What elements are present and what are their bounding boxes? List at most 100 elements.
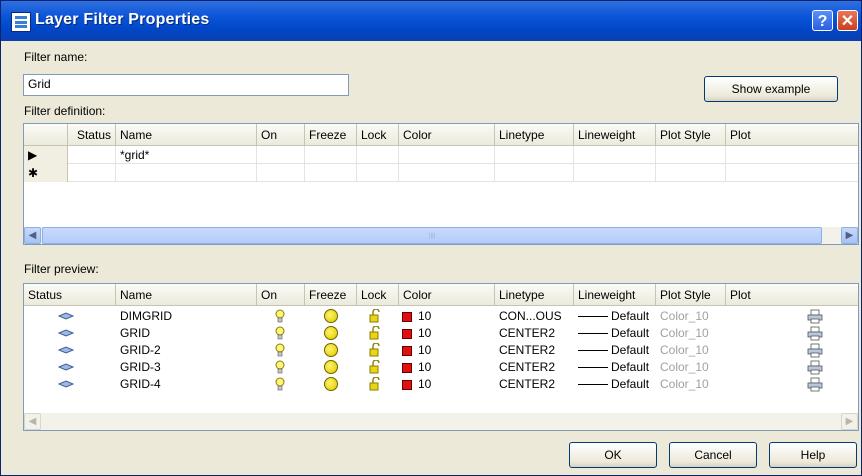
layer-lineweight[interactable]: Default	[611, 325, 649, 342]
lock-open-icon[interactable]	[369, 377, 382, 391]
sun-thawed-icon[interactable]	[324, 360, 338, 374]
definition-col-freeze[interactable]: Freeze	[305, 124, 357, 146]
definition-new-row[interactable]: ✱	[24, 164, 858, 182]
preview-col-lock[interactable]: Lock	[357, 284, 399, 306]
title-close-button[interactable]: ✕	[837, 10, 858, 31]
ok-button[interactable]: OK	[569, 442, 657, 468]
preview-row[interactable]: DIMGRID 10 CON...OUS Default Color_10	[24, 308, 858, 325]
definition-cell-on[interactable]	[257, 164, 305, 182]
definition-cell-lineweight[interactable]	[574, 164, 656, 182]
preview-col-status[interactable]: Status	[24, 284, 116, 306]
layer-color[interactable]: 10	[418, 325, 431, 342]
definition-cell-color[interactable]	[399, 164, 495, 182]
definition-col-status[interactable]: Status	[68, 124, 116, 146]
definition-col-color[interactable]: Color	[399, 124, 495, 146]
layer-color[interactable]: 10	[418, 308, 431, 325]
definition-cell-freeze[interactable]	[305, 146, 357, 164]
sun-thawed-icon[interactable]	[324, 377, 338, 391]
definition-cell-lock[interactable]	[357, 164, 399, 182]
lightbulb-on-icon[interactable]	[275, 326, 285, 340]
layer-lineweight[interactable]: Default	[611, 376, 649, 393]
definition-cell-plot[interactable]	[726, 164, 858, 182]
layer-lineweight[interactable]: Default	[611, 359, 649, 376]
layer-lineweight[interactable]: Default	[611, 308, 649, 325]
printer-plot-icon[interactable]	[807, 360, 823, 375]
help-button[interactable]: Help	[769, 442, 857, 468]
scroll-left-arrow-icon[interactable]: ◀	[24, 227, 41, 244]
definition-cell-plot[interactable]	[726, 146, 858, 164]
definition-cell-status[interactable]	[68, 146, 116, 164]
layer-linetype[interactable]: CENTER2	[499, 325, 555, 342]
definition-cell-linetype[interactable]	[495, 146, 574, 164]
title-help-button[interactable]: ?	[812, 10, 833, 31]
lock-open-icon[interactable]	[369, 360, 382, 374]
filter-definition-grid[interactable]: Status Name On Freeze Lock Color Linetyp…	[23, 123, 859, 245]
definition-cell-name[interactable]	[116, 164, 257, 182]
printer-plot-icon[interactable]	[807, 309, 823, 324]
definition-cell-lineweight[interactable]	[574, 146, 656, 164]
layer-linetype[interactable]: CENTER2	[499, 376, 555, 393]
definition-col-lineweight[interactable]: Lineweight	[574, 124, 656, 146]
layer-color[interactable]: 10	[418, 376, 431, 393]
preview-col-plot-style[interactable]: Plot Style	[656, 284, 726, 306]
layer-lineweight[interactable]: Default	[611, 342, 649, 359]
title-bar[interactable]: Layer Filter Properties ? ✕	[1, 1, 861, 41]
color-swatch-icon[interactable]	[402, 346, 412, 356]
filter-name-input[interactable]: Grid	[23, 74, 349, 96]
show-example-button[interactable]: Show example	[704, 76, 838, 102]
definition-col-linetype[interactable]: Linetype	[495, 124, 574, 146]
layer-color[interactable]: 10	[418, 359, 431, 376]
layer-linetype[interactable]: CENTER2	[499, 359, 555, 376]
definition-col-plot[interactable]: Plot	[726, 124, 858, 146]
definition-row[interactable]: ▶ *grid*	[24, 146, 858, 164]
color-swatch-icon[interactable]	[402, 312, 412, 322]
definition-col-lock[interactable]: Lock	[357, 124, 399, 146]
printer-plot-icon[interactable]	[807, 377, 823, 392]
printer-plot-icon[interactable]	[807, 343, 823, 358]
definition-col-on[interactable]: On	[257, 124, 305, 146]
preview-row[interactable]: GRID-2 10 CENTER2 Default Color_10	[24, 342, 858, 359]
lightbulb-on-icon[interactable]	[275, 360, 285, 374]
lightbulb-on-icon[interactable]	[275, 343, 285, 357]
definition-cell-freeze[interactable]	[305, 164, 357, 182]
preview-col-color[interactable]: Color	[399, 284, 495, 306]
definition-cell-on[interactable]	[257, 146, 305, 164]
cancel-button[interactable]: Cancel	[669, 442, 757, 468]
sun-thawed-icon[interactable]	[324, 309, 338, 323]
definition-cell-linetype[interactable]	[495, 164, 574, 182]
sun-thawed-icon[interactable]	[324, 343, 338, 357]
preview-col-plot[interactable]: Plot	[726, 284, 858, 306]
preview-col-linetype[interactable]: Linetype	[495, 284, 574, 306]
definition-cell-color[interactable]	[399, 146, 495, 164]
preview-row[interactable]: GRID-3 10 CENTER2 Default Color_10	[24, 359, 858, 376]
lock-open-icon[interactable]	[369, 326, 382, 340]
scroll-thumb[interactable]: ||||	[42, 227, 822, 244]
definition-cell-name[interactable]: *grid*	[116, 146, 257, 164]
layer-linetype[interactable]: CENTER2	[499, 342, 555, 359]
lock-open-icon[interactable]	[369, 343, 382, 357]
definition-horizontal-scrollbar[interactable]: ◀ |||| ▶	[24, 227, 858, 244]
lock-open-icon[interactable]	[369, 309, 382, 323]
preview-row[interactable]: GRID-4 10 CENTER2 Default Color_10	[24, 376, 858, 393]
definition-cell-plot-style[interactable]	[656, 164, 726, 182]
filter-preview-grid[interactable]: Status Name On Freeze Lock Color Linetyp…	[23, 283, 859, 431]
preview-col-lineweight[interactable]: Lineweight	[574, 284, 656, 306]
definition-cell-status[interactable]	[68, 164, 116, 182]
color-swatch-icon[interactable]	[402, 329, 412, 339]
lightbulb-on-icon[interactable]	[275, 309, 285, 323]
definition-cell-lock[interactable]	[357, 146, 399, 164]
scroll-right-arrow-icon[interactable]: ▶	[841, 227, 858, 244]
definition-cell-plot-style[interactable]	[656, 146, 726, 164]
preview-row[interactable]: GRID 10 CENTER2 Default Color_10	[24, 325, 858, 342]
layer-linetype[interactable]: CON...OUS	[499, 308, 562, 325]
definition-col-name[interactable]: Name	[116, 124, 257, 146]
sun-thawed-icon[interactable]	[324, 326, 338, 340]
preview-col-on[interactable]: On	[257, 284, 305, 306]
layer-color[interactable]: 10	[418, 342, 431, 359]
preview-col-name[interactable]: Name	[116, 284, 257, 306]
color-swatch-icon[interactable]	[402, 363, 412, 373]
lightbulb-on-icon[interactable]	[275, 377, 285, 391]
color-swatch-icon[interactable]	[402, 380, 412, 390]
preview-col-freeze[interactable]: Freeze	[305, 284, 357, 306]
printer-plot-icon[interactable]	[807, 326, 823, 341]
